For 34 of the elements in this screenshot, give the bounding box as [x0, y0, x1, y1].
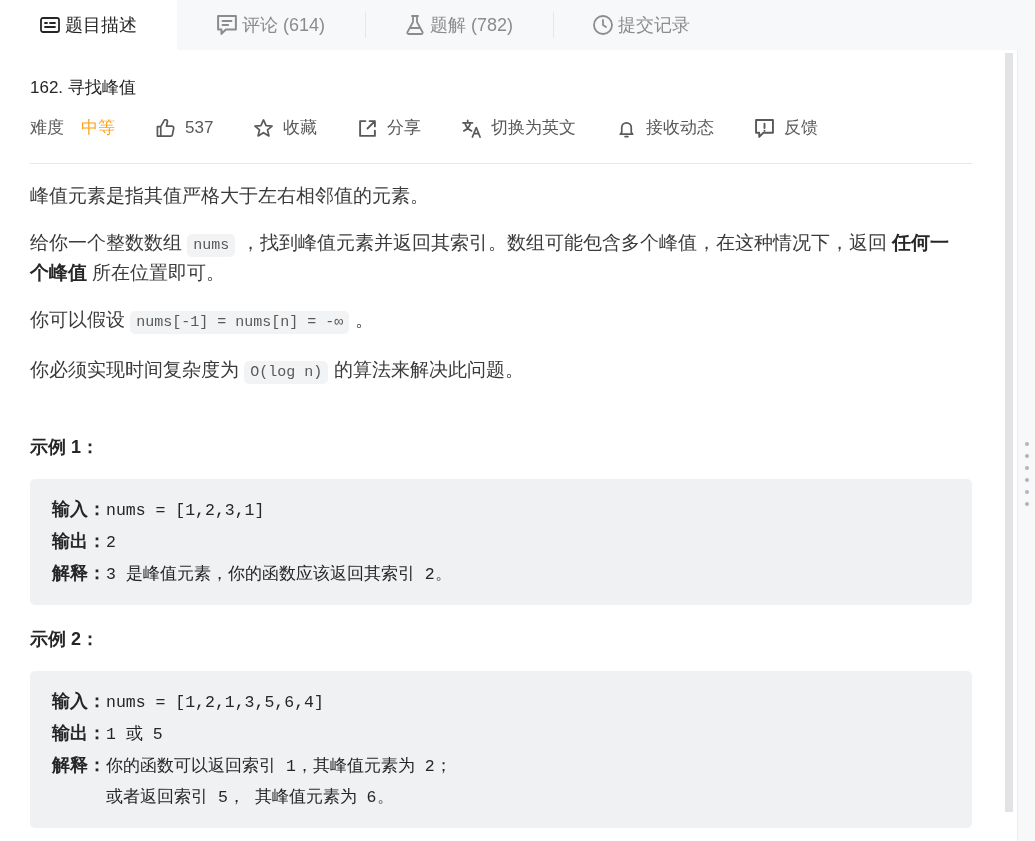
translate-button[interactable]: 切换为英文 [462, 116, 577, 140]
clock-icon [593, 15, 614, 35]
translate-icon [462, 118, 482, 138]
example-heading: 示例 1： [30, 436, 100, 459]
tab[interactable]: 题目描述 [0, 0, 177, 50]
difficulty-label: 难度 [30, 117, 64, 139]
share-button[interactable]: 分享 [358, 116, 422, 140]
drag-handle-icon[interactable] [1024, 442, 1029, 506]
example-line: 解释：3 是峰值元素，你的函数应该返回其索引 2。 [52, 562, 452, 586]
example-heading: 示例 2： [30, 628, 100, 651]
example-line: 输入：nums = [1,2,3,1] [52, 498, 265, 522]
description-paragraph: 你可以假设 nums[-1] = nums[n] = -∞ 。 [30, 306, 960, 336]
scrollbar-thumb[interactable] [1005, 53, 1013, 812]
feedback-button[interactable]: 反馈 [755, 116, 819, 140]
flask-icon [405, 15, 426, 35]
thumbs-up-icon [156, 118, 175, 138]
description-paragraph: 给你一个整数数组 nums ，找到峰值元素并返回其索引。数组可能包含多个峰值，在这种情况下，返回 任何一个峰值 所在位置即可。 [30, 231, 950, 285]
share-icon [358, 118, 378, 138]
example-line: 输出：1 或 5 [52, 722, 163, 746]
example-line: 输入：nums = [1,2,1,3,5,6,4] [52, 690, 324, 714]
text-box-icon [40, 15, 60, 35]
speech-bubble-icon [217, 15, 237, 35]
example-line: 或者返回索引 5， 其峰值元素为 6。 [106, 787, 394, 809]
example-line: 解释：你的函数可以返回索引 1，其峰值元素为 2； [52, 754, 452, 778]
difficulty-value: 中等 [81, 117, 115, 139]
description-paragraph: 峰值元素是指其值严格大于左右相邻值的元素。 [30, 184, 430, 208]
star-icon [254, 118, 274, 138]
description-paragraph: 你必须实现时间复杂度为 O(log n) 的算法来解决此问题。 [30, 356, 960, 386]
like-button[interactable]: 537 [156, 116, 214, 140]
favorite-button[interactable]: 收藏 [254, 116, 318, 140]
problem-title: 162. 寻找峰值 [30, 77, 137, 99]
subscribe-button[interactable]: 接收动态 [617, 116, 715, 140]
alert-bubble-icon [755, 118, 775, 138]
example-line: 输出：2 [52, 530, 116, 554]
